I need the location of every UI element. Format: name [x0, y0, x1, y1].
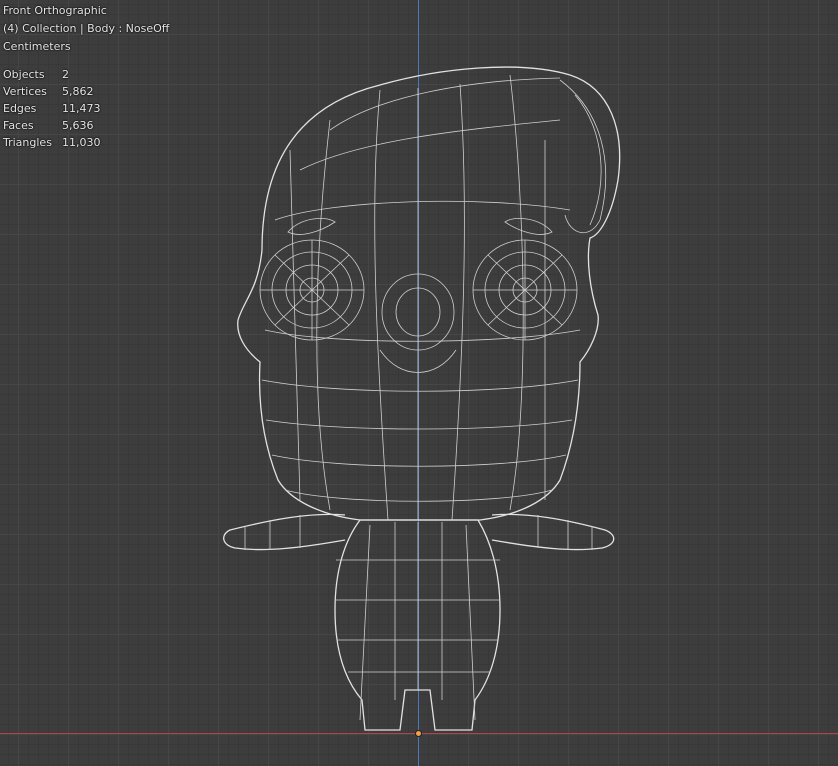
- stat-edges: Edges 11,473: [3, 100, 169, 117]
- right-eye-mesh: [472, 239, 578, 341]
- body-mesh: [334, 519, 501, 731]
- stat-label: Edges: [3, 102, 37, 115]
- stat-objects: Objects 2: [3, 66, 169, 83]
- object-origin-marker[interactable]: [415, 730, 422, 737]
- brow-mesh: [287, 217, 553, 235]
- stat-label: Triangles: [3, 136, 52, 149]
- active-object-context: (4) Collection | Body : NoseOff: [3, 22, 170, 35]
- head-mesh: [237, 66, 621, 521]
- stat-value: 2: [62, 68, 69, 81]
- viewport-info-overlay: Front Orthographic (4) Collection | Body…: [3, 2, 169, 151]
- scene-statistics: Objects 2 Vertices 5,862 Edges 11,473 Faces…: [3, 66, 169, 151]
- stat-label: Objects: [3, 68, 45, 81]
- stat-faces: Faces 5,636: [3, 117, 169, 134]
- stat-value: 5,636: [62, 119, 94, 132]
- left-eye-mesh: [259, 239, 365, 341]
- stat-label: Faces: [3, 119, 34, 132]
- left-arm-mesh: [223, 513, 346, 551]
- stat-triangles: Triangles 11,030: [3, 134, 169, 151]
- right-arm-mesh: [491, 513, 615, 551]
- unit-system: Centimeters: [3, 40, 71, 53]
- stat-vertices: Vertices 5,862: [3, 83, 169, 100]
- stat-value: 11,473: [62, 102, 101, 115]
- view-name: Front Orthographic: [3, 4, 107, 17]
- stat-value: 5,862: [62, 85, 94, 98]
- stat-label: Vertices: [3, 85, 47, 98]
- stat-value: 11,030: [62, 136, 101, 149]
